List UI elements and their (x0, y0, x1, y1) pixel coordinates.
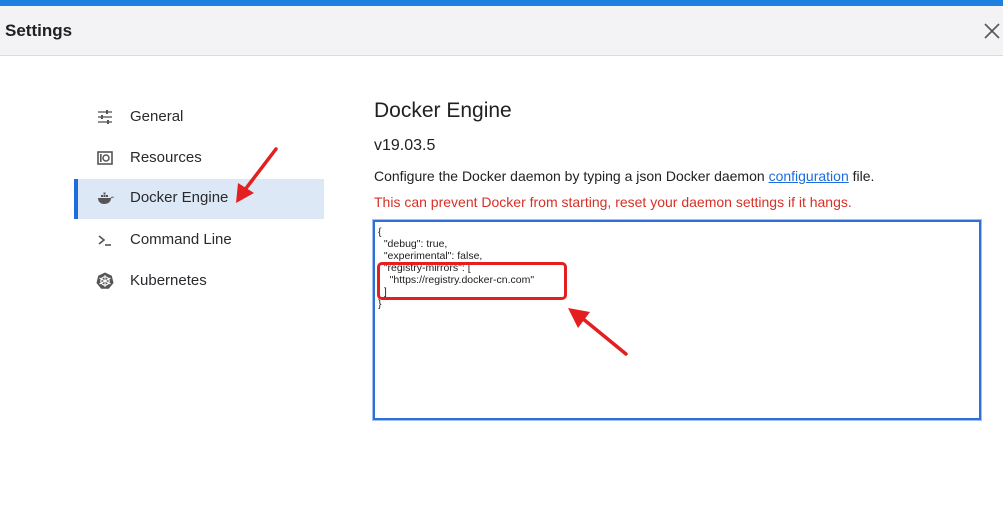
sidebar-item-label: Docker Engine (130, 189, 229, 206)
description-text: Configure the Docker daemon by typing a … (374, 168, 874, 184)
description-prefix: Configure the Docker daemon by typing a … (374, 168, 769, 184)
sidebar-item-docker-engine[interactable]: Docker Engine (74, 179, 324, 219)
page-title: Docker Engine (374, 99, 512, 122)
sidebar-item-label: Kubernetes (130, 272, 207, 289)
configuration-link[interactable]: configuration (769, 168, 849, 184)
terminal-icon (98, 235, 111, 246)
window-title: Settings (5, 21, 73, 40)
sidebar-item-label: Command Line (130, 231, 232, 248)
sidebar-item-command-line[interactable]: Command Line (74, 221, 324, 261)
title-bar: Settings (0, 6, 1003, 56)
close-icon (984, 23, 1000, 39)
description-suffix: file. (848, 168, 875, 184)
sidebar-item-general[interactable]: General (74, 98, 324, 138)
sidebar-item-resources[interactable]: Resources (74, 139, 324, 179)
whale-icon (98, 192, 114, 204)
sidebar-item-label: Resources (130, 149, 202, 166)
close-button[interactable] (981, 20, 1003, 42)
sidebar-item-kubernetes[interactable]: Kubernetes (74, 262, 324, 302)
settings-body: General Resources Docker Engine Command … (0, 57, 1003, 512)
resources-icon (97, 151, 113, 165)
sliders-icon (98, 110, 112, 124)
sidebar-item-label: General (130, 108, 184, 125)
warning-text: This can prevent Docker from starting, r… (374, 194, 852, 210)
daemon-json-editor[interactable]: { "debug": true, "experimental": false, … (373, 220, 981, 420)
engine-version: v19.03.5 (374, 137, 436, 154)
helm-wheel-icon (96, 272, 114, 289)
